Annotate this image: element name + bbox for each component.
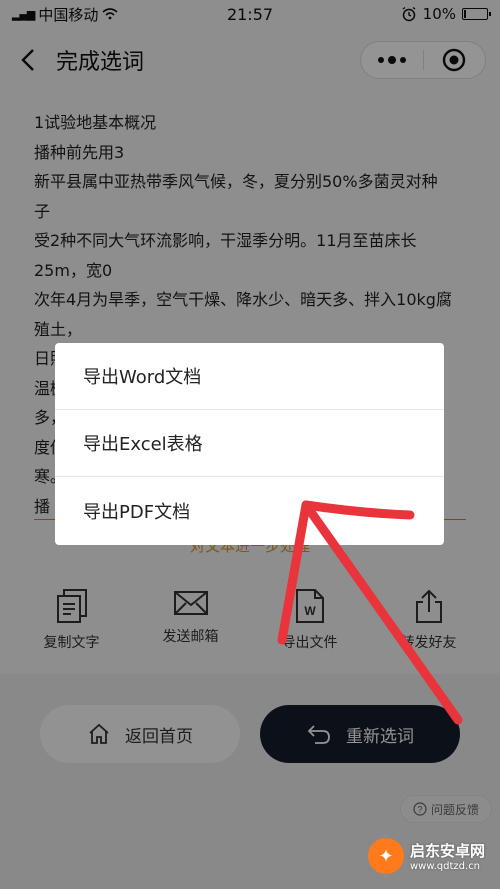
export-menu: 导出Word文档 导出Excel表格 导出PDF文档 — [55, 343, 444, 545]
watermark-text: 启东安卓网 www.qdtzd.cn — [410, 840, 485, 872]
watermark-name: 启东安卓网 — [410, 842, 486, 860]
export-word-option[interactable]: 导出Word文档 — [55, 343, 444, 410]
export-excel-option[interactable]: 导出Excel表格 — [55, 410, 444, 477]
watermark-logo: ✦ — [368, 838, 404, 874]
watermark: ✦ 启东安卓网 www.qdtzd.cn — [368, 827, 500, 885]
export-pdf-option[interactable]: 导出PDF文档 — [55, 477, 444, 544]
watermark-url: www.qdtzd.cn — [410, 861, 481, 872]
